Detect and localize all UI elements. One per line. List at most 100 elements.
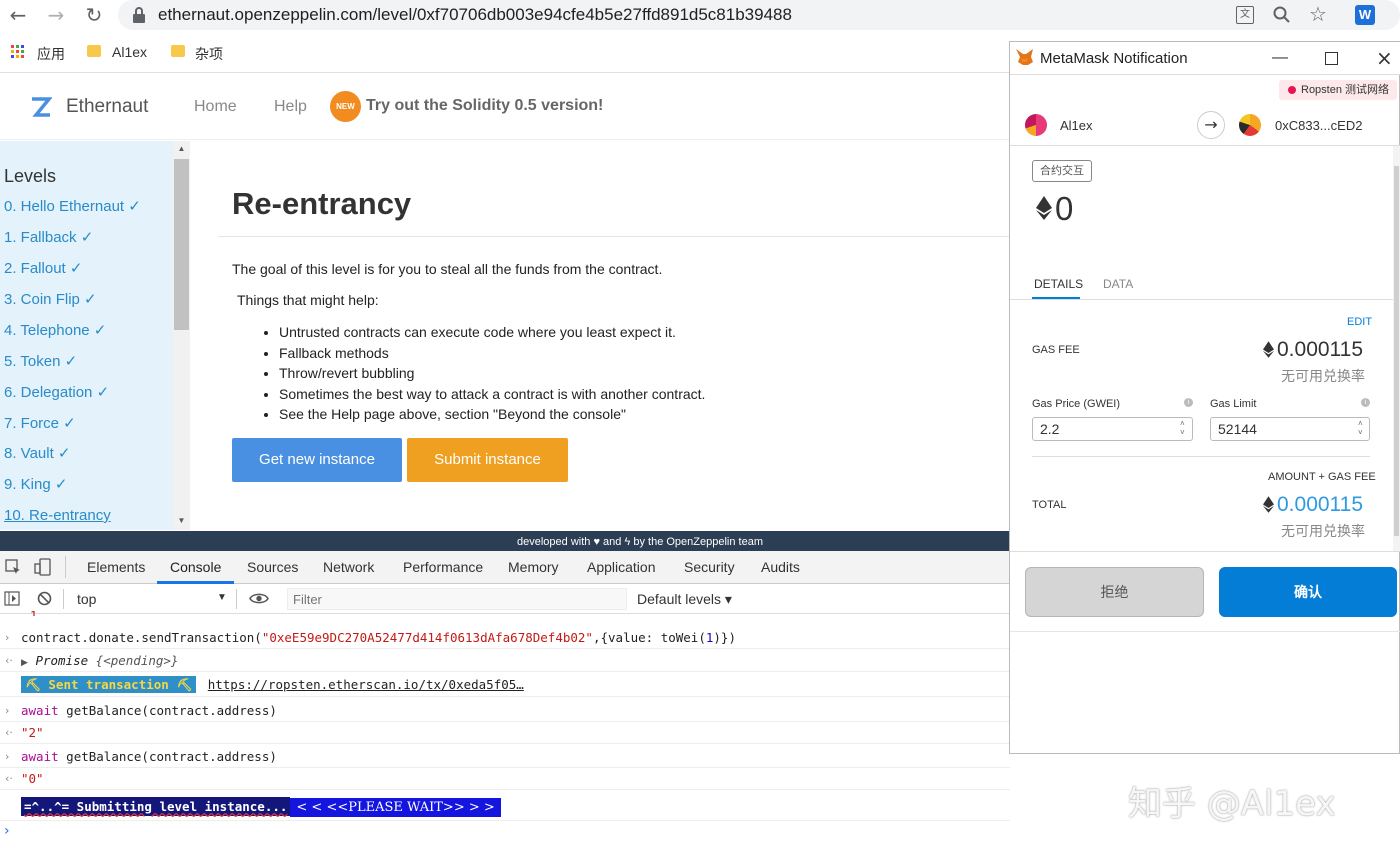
scroll-down-icon[interactable]: ▼ bbox=[173, 513, 190, 529]
submit-instance-button[interactable]: Submit instance bbox=[407, 438, 568, 482]
scroll-thumb[interactable] bbox=[174, 159, 189, 330]
tab-network[interactable]: Network bbox=[323, 559, 374, 575]
divider bbox=[1010, 631, 1400, 632]
reject-button[interactable]: 拒绝 bbox=[1025, 567, 1204, 617]
apps-icon[interactable] bbox=[11, 45, 25, 59]
context-select[interactable]: top bbox=[77, 591, 96, 607]
eye-icon[interactable] bbox=[249, 592, 269, 605]
sidebar-item-level-10[interactable]: 10. Re-entrancy bbox=[4, 507, 111, 524]
get-new-instance-button[interactable]: Get new instance bbox=[232, 438, 402, 482]
tx-link[interactable]: https://ropsten.etherscan.io/tx/0xeda5f0… bbox=[208, 677, 524, 692]
list-item: See the Help page above, section "Beyond… bbox=[279, 404, 705, 425]
extension-icon[interactable]: W bbox=[1355, 5, 1375, 25]
console-line: await getBalance(contract.address) bbox=[0, 745, 1010, 768]
stepper-icon[interactable]: ˄ ˅ bbox=[1180, 419, 1185, 437]
browser-toolbar: ← → ↻ ethernaut.openzeppelin.com/level/0… bbox=[0, 0, 1400, 31]
code-string: "0xeE59e9DC270A52477d414f0613dAfa678Def4… bbox=[261, 630, 593, 645]
console-filter-input[interactable] bbox=[287, 588, 627, 610]
cut-console-value: 1 bbox=[30, 609, 38, 616]
mm-scrollbar[interactable] bbox=[1393, 146, 1400, 551]
bookmark-al1ex[interactable]: Al1ex bbox=[112, 44, 147, 60]
ethernaut-logo-icon[interactable] bbox=[30, 96, 52, 118]
sidebar-item-level-2[interactable]: 2. Fallout ✓ bbox=[4, 259, 82, 277]
tab-security[interactable]: Security bbox=[684, 559, 735, 575]
total-label: TOTAL bbox=[1032, 499, 1067, 511]
arrow-right-icon: → bbox=[1197, 111, 1225, 139]
fox-icon bbox=[1015, 48, 1034, 66]
list-item: Untrusted contracts can execute code whe… bbox=[279, 322, 705, 343]
sidebar-item-level-5[interactable]: 5. Token ✓ bbox=[4, 352, 77, 370]
gas-limit-label: Gas Limit bbox=[1210, 398, 1257, 410]
reload-icon[interactable]: ↻ bbox=[82, 3, 106, 27]
sidebar-item-level-3[interactable]: 3. Coin Flip ✓ bbox=[4, 290, 97, 308]
sidebar-toggle-icon[interactable] bbox=[4, 591, 20, 606]
chevron-down-icon[interactable]: ▼ bbox=[217, 592, 227, 603]
hints-title: Things that might help: bbox=[237, 292, 379, 308]
info-icon[interactable]: i bbox=[1184, 398, 1193, 407]
site-footer: developed with ♥ and ϟ by the OpenZeppel… bbox=[0, 531, 1010, 551]
nav-home[interactable]: Home bbox=[194, 98, 237, 116]
maximize-icon[interactable] bbox=[1325, 52, 1338, 65]
scroll-up-icon[interactable]: ▲ bbox=[173, 141, 190, 157]
back-icon[interactable]: ← bbox=[6, 3, 30, 27]
console-prompt-icon[interactable]: › bbox=[4, 823, 10, 839]
to-avatar bbox=[1239, 114, 1261, 136]
sidebar-scrollbar[interactable]: ▲ ▼ bbox=[173, 141, 190, 530]
to-address[interactable]: 0xC833...cED2 bbox=[1275, 118, 1362, 133]
tab-console[interactable]: Console bbox=[170, 559, 221, 575]
tab-data[interactable]: DATA bbox=[1103, 277, 1133, 291]
info-icon[interactable]: i bbox=[1361, 398, 1370, 407]
network-dot-icon bbox=[1288, 86, 1296, 94]
tab-memory[interactable]: Memory bbox=[508, 559, 559, 575]
translate-icon[interactable]: 文 bbox=[1236, 6, 1254, 24]
brand-name[interactable]: Ethernaut bbox=[66, 96, 148, 118]
log-levels-select[interactable]: Default levels ▾ bbox=[637, 591, 732, 608]
console-result: "0" bbox=[0, 767, 1010, 790]
sidebar-item-level-6[interactable]: 6. Delegation ✓ bbox=[4, 383, 109, 401]
confirm-button[interactable]: 确认 bbox=[1219, 567, 1397, 617]
lock-icon bbox=[133, 7, 145, 23]
tab-application[interactable]: Application bbox=[587, 559, 656, 575]
network-badge[interactable]: Ropsten 测试网络 bbox=[1279, 80, 1397, 100]
tab-sources[interactable]: Sources bbox=[247, 559, 298, 575]
star-icon[interactable]: ☆ bbox=[1309, 2, 1327, 26]
bookmark-apps[interactable]: 应用 bbox=[37, 44, 65, 64]
device-toggle-icon[interactable] bbox=[34, 558, 52, 576]
promo-link[interactable]: Try out the Solidity 0.5 version! bbox=[366, 97, 603, 115]
eth-icon bbox=[1036, 196, 1052, 220]
please-wait-banner: < < <<PLEASE WAIT>> > > bbox=[290, 798, 501, 817]
sidebar-item-level-1[interactable]: 1. Fallback ✓ bbox=[4, 228, 93, 246]
sidebar-item-level-8[interactable]: 8. Vault ✓ bbox=[4, 444, 71, 462]
gas-limit-input[interactable]: 52144 bbox=[1210, 417, 1370, 441]
tab-audits[interactable]: Audits bbox=[761, 559, 800, 575]
from-account[interactable]: Al1ex bbox=[1060, 118, 1093, 133]
stepper-icon[interactable]: ˄ ˅ bbox=[1358, 419, 1363, 437]
sidebar-item-level-0[interactable]: 0. Hello Ethernaut ✓ bbox=[4, 197, 141, 215]
close-icon[interactable]: × bbox=[1376, 46, 1393, 70]
no-rate-text: 无可用兑换率 bbox=[1281, 368, 1365, 384]
gas-price-label: Gas Price (GWEI) bbox=[1032, 398, 1121, 410]
minimize-icon[interactable]: — bbox=[1272, 49, 1288, 67]
console-line[interactable]: ▶ Promise {<pending>} bbox=[0, 649, 1010, 672]
tab-details[interactable]: DETAILS bbox=[1034, 277, 1083, 291]
inspect-icon[interactable] bbox=[5, 559, 22, 576]
code-text: contract.donate.sendTransaction( bbox=[21, 630, 262, 645]
list-item: Throw/revert bubbling bbox=[279, 363, 705, 384]
sidebar-item-level-9[interactable]: 9. King ✓ bbox=[4, 475, 67, 493]
heart-icon: ♥ bbox=[593, 536, 600, 548]
clear-console-icon[interactable] bbox=[37, 591, 52, 606]
expand-triangle-icon[interactable]: ▶ bbox=[21, 658, 28, 668]
sidebar-item-level-7[interactable]: 7. Force ✓ bbox=[4, 414, 76, 432]
edit-link[interactable]: EDIT bbox=[1347, 316, 1372, 328]
zoom-icon[interactable] bbox=[1273, 6, 1291, 24]
tab-elements[interactable]: Elements bbox=[87, 559, 145, 575]
divider bbox=[236, 589, 237, 609]
gas-price-input[interactable]: 2.2 bbox=[1032, 417, 1193, 441]
tab-performance[interactable]: Performance bbox=[403, 559, 483, 575]
sidebar-item-level-4[interactable]: 4. Telephone ✓ bbox=[4, 321, 106, 339]
levels-title: Levels bbox=[4, 166, 57, 186]
forward-icon[interactable]: → bbox=[44, 3, 68, 27]
nav-help[interactable]: Help bbox=[274, 98, 307, 116]
bookmark-misc[interactable]: 杂项 bbox=[195, 44, 223, 64]
no-rate-text: 无可用兑换率 bbox=[1281, 523, 1365, 539]
